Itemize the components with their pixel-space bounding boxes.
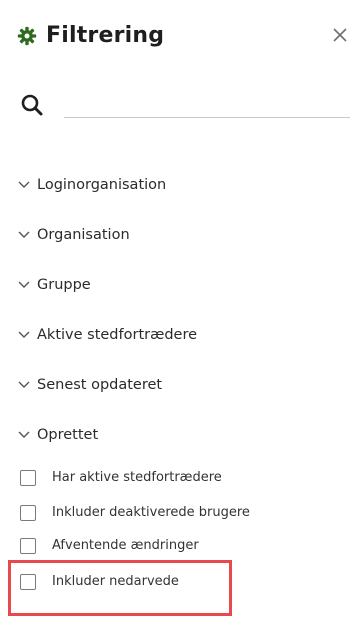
section-label: Organisation [37,227,130,243]
checkbox[interactable] [20,505,36,521]
section-gruppe[interactable]: Gruppe [17,275,91,295]
checkbox[interactable] [20,574,36,590]
section-organisation[interactable]: Organisation [17,225,130,245]
section-senest-opdateret[interactable]: Senest opdateret [17,375,162,395]
chevron-down-icon [17,378,31,392]
panel-title: Filtrering [46,23,165,48]
chevron-down-icon [17,178,31,192]
section-label: Senest opdateret [37,377,163,393]
checkbox-afventende-aendringer[interactable]: Afventende ændringer [20,537,199,555]
chevron-down-icon [17,228,31,242]
search-input[interactable] [64,88,350,118]
checkbox-har-aktive-stedfortraedere[interactable]: Har aktive stedfortrædere [20,469,222,487]
checkbox-inkluder-deaktiverede-brugere[interactable]: Inkluder deaktiverede brugere [20,504,250,522]
checkbox[interactable] [20,470,36,486]
chevron-down-icon [17,328,31,342]
checkbox-label: Afventende ændringer [52,538,199,553]
checkbox-inkluder-nedarvede[interactable]: Inkluder nedarvede [20,573,179,591]
panel-header: Filtrering [16,22,164,50]
filter-panel: Filtrering Loginorganisation Organisatio… [0,0,355,620]
section-oprettet[interactable]: Oprettet [17,425,98,445]
checkbox[interactable] [20,538,36,554]
section-label: Gruppe [37,277,91,293]
section-aktive-stedfortraedere[interactable]: Aktive stedfortrædere [17,325,197,345]
checkbox-label: Har aktive stedfortrædere [52,470,222,485]
search-icon [20,93,44,117]
checkbox-label: Inkluder nedarvede [52,574,179,589]
section-loginorganisation[interactable]: Loginorganisation [17,175,166,195]
checkbox-label: Inkluder deaktiverede brugere [52,505,250,520]
section-label: Aktive stedfortrædere [37,327,198,343]
chevron-down-icon [17,428,31,442]
chevron-down-icon [17,278,31,292]
gear-icon [16,25,38,47]
section-label: Loginorganisation [37,177,167,193]
section-label: Oprettet [37,427,99,443]
close-icon[interactable] [329,24,351,46]
